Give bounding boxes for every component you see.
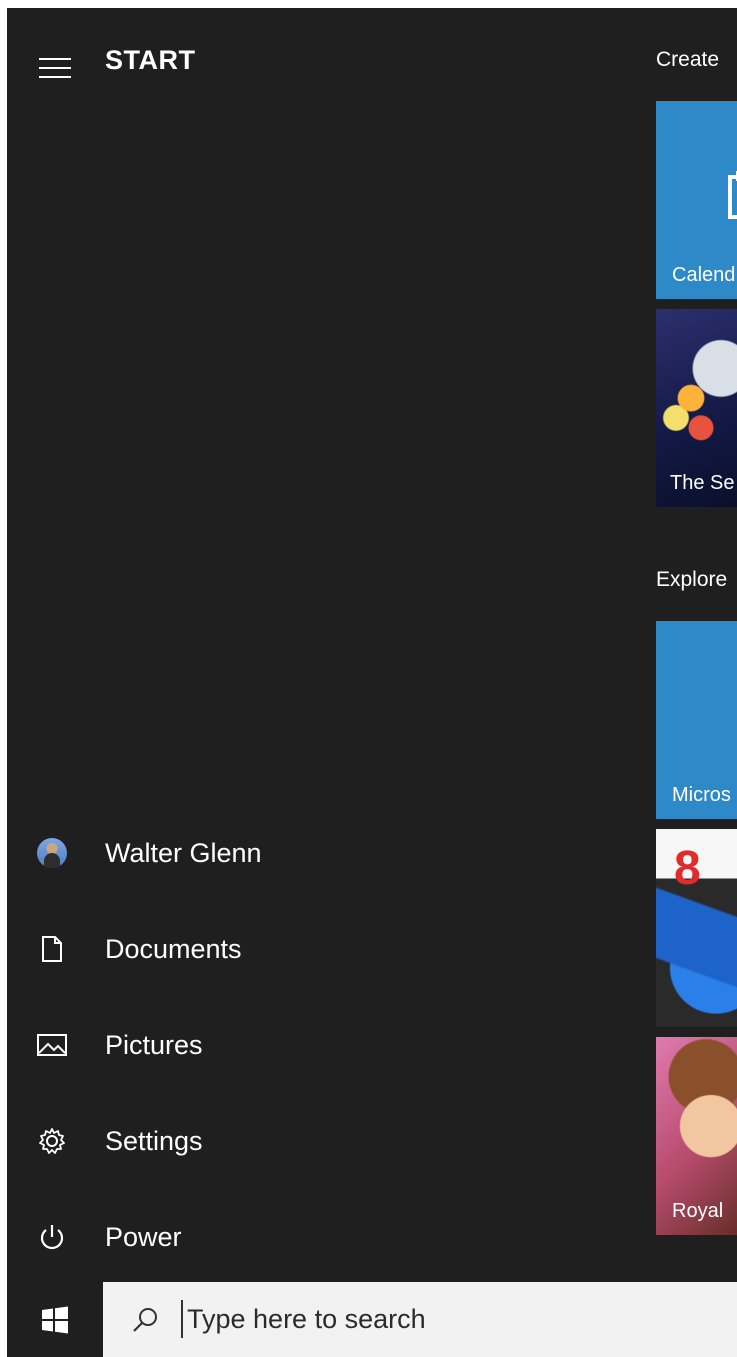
power-label: Power: [105, 1222, 182, 1252]
group-label-create: Create: [656, 48, 720, 71]
power-item[interactable]: Power: [7, 1192, 607, 1282]
calendar-tile[interactable]: Calend: [656, 101, 737, 299]
game-logo-icon: 8: [674, 842, 701, 895]
racing-game-tile[interactable]: 8: [656, 829, 737, 1027]
royal-game-tile[interactable]: Royal: [656, 1037, 737, 1235]
documents-item[interactable]: Documents: [7, 904, 607, 994]
settings-item[interactable]: Settings: [7, 1096, 607, 1186]
document-icon: [37, 934, 67, 964]
documents-label: Documents: [105, 934, 242, 964]
gear-icon: [37, 1126, 67, 1156]
calendar-icon: [728, 171, 737, 219]
tile-label: Calend: [672, 264, 736, 286]
user-name-label: Walter Glenn: [105, 838, 262, 868]
search-input[interactable]: [181, 1300, 727, 1338]
microsoft-store-tile[interactable]: Micros: [656, 621, 737, 819]
settings-label: Settings: [105, 1126, 203, 1156]
start-title: START: [105, 45, 196, 75]
search-icon: [133, 1308, 157, 1332]
user-account-item[interactable]: Walter Glenn: [7, 808, 607, 898]
hamburger-menu-icon[interactable]: [39, 52, 71, 84]
tile-label: Royal: [672, 1200, 724, 1222]
picture-icon: [37, 1030, 67, 1060]
tile-label: The Se: [670, 472, 735, 494]
tile-label: Micros: [672, 784, 731, 806]
game-tile-the-secret[interactable]: The Se: [656, 309, 737, 507]
power-icon: [37, 1222, 67, 1252]
start-menu: START Create Calend The Se Explore Micro…: [7, 8, 737, 1282]
user-avatar-icon: [37, 838, 67, 868]
windows-start-button[interactable]: [7, 1282, 103, 1357]
group-label-explore: Explore: [656, 568, 728, 591]
taskbar-search-bar: [7, 1282, 737, 1357]
pictures-label: Pictures: [105, 1030, 203, 1060]
pictures-item[interactable]: Pictures: [7, 1000, 607, 1090]
windows-logo-icon: [42, 1306, 68, 1333]
